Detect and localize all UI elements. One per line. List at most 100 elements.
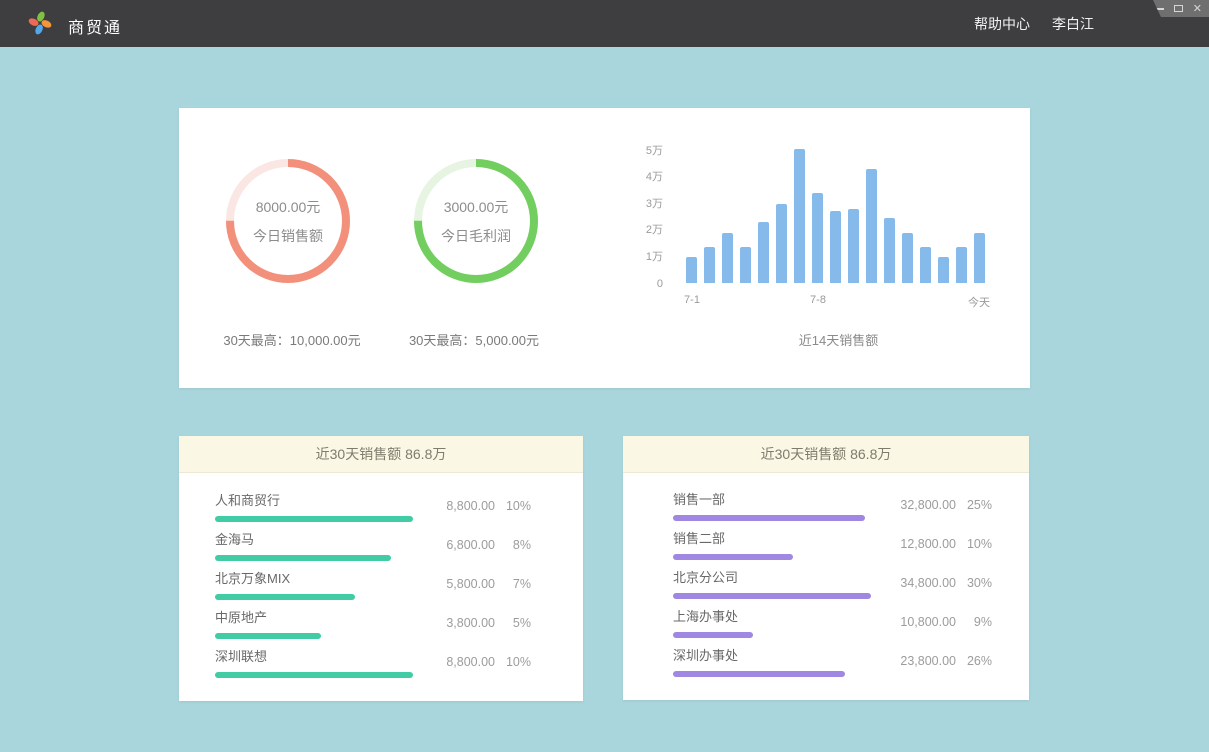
row-percent: 10% (495, 499, 531, 513)
row-amount: 32,800.00 (884, 498, 956, 512)
row-percent: 26% (956, 654, 992, 668)
row-amount: 23,800.00 (884, 654, 956, 668)
y-axis-label: 3万 (646, 195, 663, 211)
bar-chart-title: 近14天销售额 (686, 330, 991, 349)
today-sales-donut-chart: 8000.00元 今日销售额 (224, 157, 352, 285)
row-percent: 30% (956, 576, 992, 590)
today-sales-value: 8000.00元 (256, 197, 321, 217)
row-percent: 7% (495, 577, 531, 591)
sales-14day-bar-chart (686, 143, 991, 283)
close-icon[interactable]: ✕ (1193, 4, 1202, 14)
x-axis-label: 今天 (968, 294, 990, 310)
today-sales-label: 今日销售额 (253, 226, 323, 246)
row-percent: 9% (956, 615, 992, 629)
row-amount: 10,800.00 (884, 615, 956, 629)
bar (938, 257, 949, 284)
customer-ranking-list: 人和商贸行8,800.0010%金海马6,800.008%北京万象MIX5,80… (179, 473, 583, 679)
row-amount: 12,800.00 (884, 537, 956, 551)
bar (956, 247, 967, 283)
list-item: 销售二部12,800.0010% (673, 522, 992, 561)
today-profit-label: 今日毛利润 (441, 226, 511, 246)
row-amount: 6,800.00 (423, 538, 495, 552)
list-item: 上海办事处10,800.009% (673, 600, 992, 639)
bar (740, 247, 751, 283)
dashboard-root: { "topbar": { "title": "商贸通", "help": "帮… (0, 0, 1209, 752)
y-axis-label: 1万 (646, 248, 663, 264)
card-title: 近30天销售额 86.8万 (623, 436, 1029, 473)
y-axis-label: 5万 (646, 142, 663, 158)
row-values: 6,800.008% (423, 538, 531, 552)
bar (722, 233, 733, 283)
row-amount: 3,800.00 (423, 616, 495, 630)
bar (758, 222, 769, 283)
window-controls: ✕ (1143, 0, 1209, 17)
y-axis-label: 0 (657, 278, 663, 290)
progress-bar (215, 672, 413, 678)
row-values: 5,800.007% (423, 577, 531, 591)
row-values: 10,800.009% (884, 615, 992, 629)
row-values: 32,800.0025% (884, 498, 992, 512)
list-item: 北京分公司34,800.0030% (673, 561, 992, 600)
list-item: 深圳联想8,800.0010% (215, 640, 531, 679)
row-values: 12,800.0010% (884, 537, 992, 551)
bar (974, 233, 985, 283)
department-ranking-list: 销售一部32,800.0025%销售二部12,800.0010%北京分公司34,… (623, 473, 1029, 678)
list-item: 人和商贸行8,800.0010% (215, 484, 531, 523)
progress-bar (215, 516, 413, 522)
list-item: 北京万象MIX5,800.007% (215, 562, 531, 601)
bar (794, 149, 805, 283)
row-values: 8,800.0010% (423, 655, 531, 669)
progress-bar (215, 555, 391, 561)
bar (686, 257, 697, 284)
progress-bar (673, 632, 753, 638)
maximize-icon[interactable] (1174, 5, 1183, 12)
bar (812, 193, 823, 283)
list-item: 中原地产3,800.005% (215, 601, 531, 640)
row-amount: 8,800.00 (423, 499, 495, 513)
card-title: 近30天销售额 86.8万 (179, 436, 583, 473)
bar (884, 218, 895, 283)
progress-bar (215, 633, 321, 639)
row-amount: 34,800.00 (884, 576, 956, 590)
bar (902, 233, 913, 283)
x-axis-label: 7-8 (810, 294, 826, 306)
progress-bar (673, 671, 845, 677)
app-title: 商贸通 (68, 14, 122, 38)
row-values: 8,800.0010% (423, 499, 531, 513)
bar (830, 211, 841, 283)
row-percent: 10% (956, 537, 992, 551)
row-values: 34,800.0030% (884, 576, 992, 590)
customers-sales-card: 近30天销售额 86.8万 人和商贸行8,800.0010%金海马6,800.0… (179, 436, 583, 701)
progress-bar (673, 593, 871, 599)
app-logo-pinwheel-icon (26, 9, 54, 37)
overview-card: 8000.00元 今日销售额 30天最高：10,000.00元 3000.00元… (179, 108, 1030, 388)
progress-bar (215, 594, 355, 600)
bar-chart-y-axis: 01万2万3万4万5万 (619, 143, 663, 283)
row-percent: 10% (495, 655, 531, 669)
bar (920, 247, 931, 283)
progress-bar (673, 515, 865, 521)
list-item: 金海马6,800.008% (215, 523, 531, 562)
row-values: 3,800.005% (423, 616, 531, 630)
row-values: 23,800.0026% (884, 654, 992, 668)
list-item: 销售一部32,800.0025% (673, 483, 992, 522)
departments-sales-card: 近30天销售额 86.8万 销售一部32,800.0025%销售二部12,800… (623, 436, 1029, 700)
bar (866, 169, 877, 283)
row-percent: 8% (495, 538, 531, 552)
progress-bar (673, 554, 793, 560)
username-menu[interactable]: 李白江 (1052, 14, 1094, 34)
row-amount: 8,800.00 (423, 655, 495, 669)
row-percent: 5% (495, 616, 531, 630)
minimize-icon[interactable] (1155, 8, 1164, 10)
bar (704, 247, 715, 283)
help-center-link[interactable]: 帮助中心 (974, 14, 1030, 34)
title-bar: 商贸通 帮助中心 李白江 ✕ (0, 0, 1209, 47)
today-profit-value: 3000.00元 (444, 197, 509, 217)
row-amount: 5,800.00 (423, 577, 495, 591)
y-axis-label: 4万 (646, 168, 663, 184)
bar (848, 209, 859, 283)
today-profit-donut-chart: 3000.00元 今日毛利润 (412, 157, 540, 285)
profit-30day-max: 30天最高：5,000.00元 (359, 330, 589, 349)
x-axis-label: 7-1 (684, 294, 700, 306)
row-percent: 25% (956, 498, 992, 512)
